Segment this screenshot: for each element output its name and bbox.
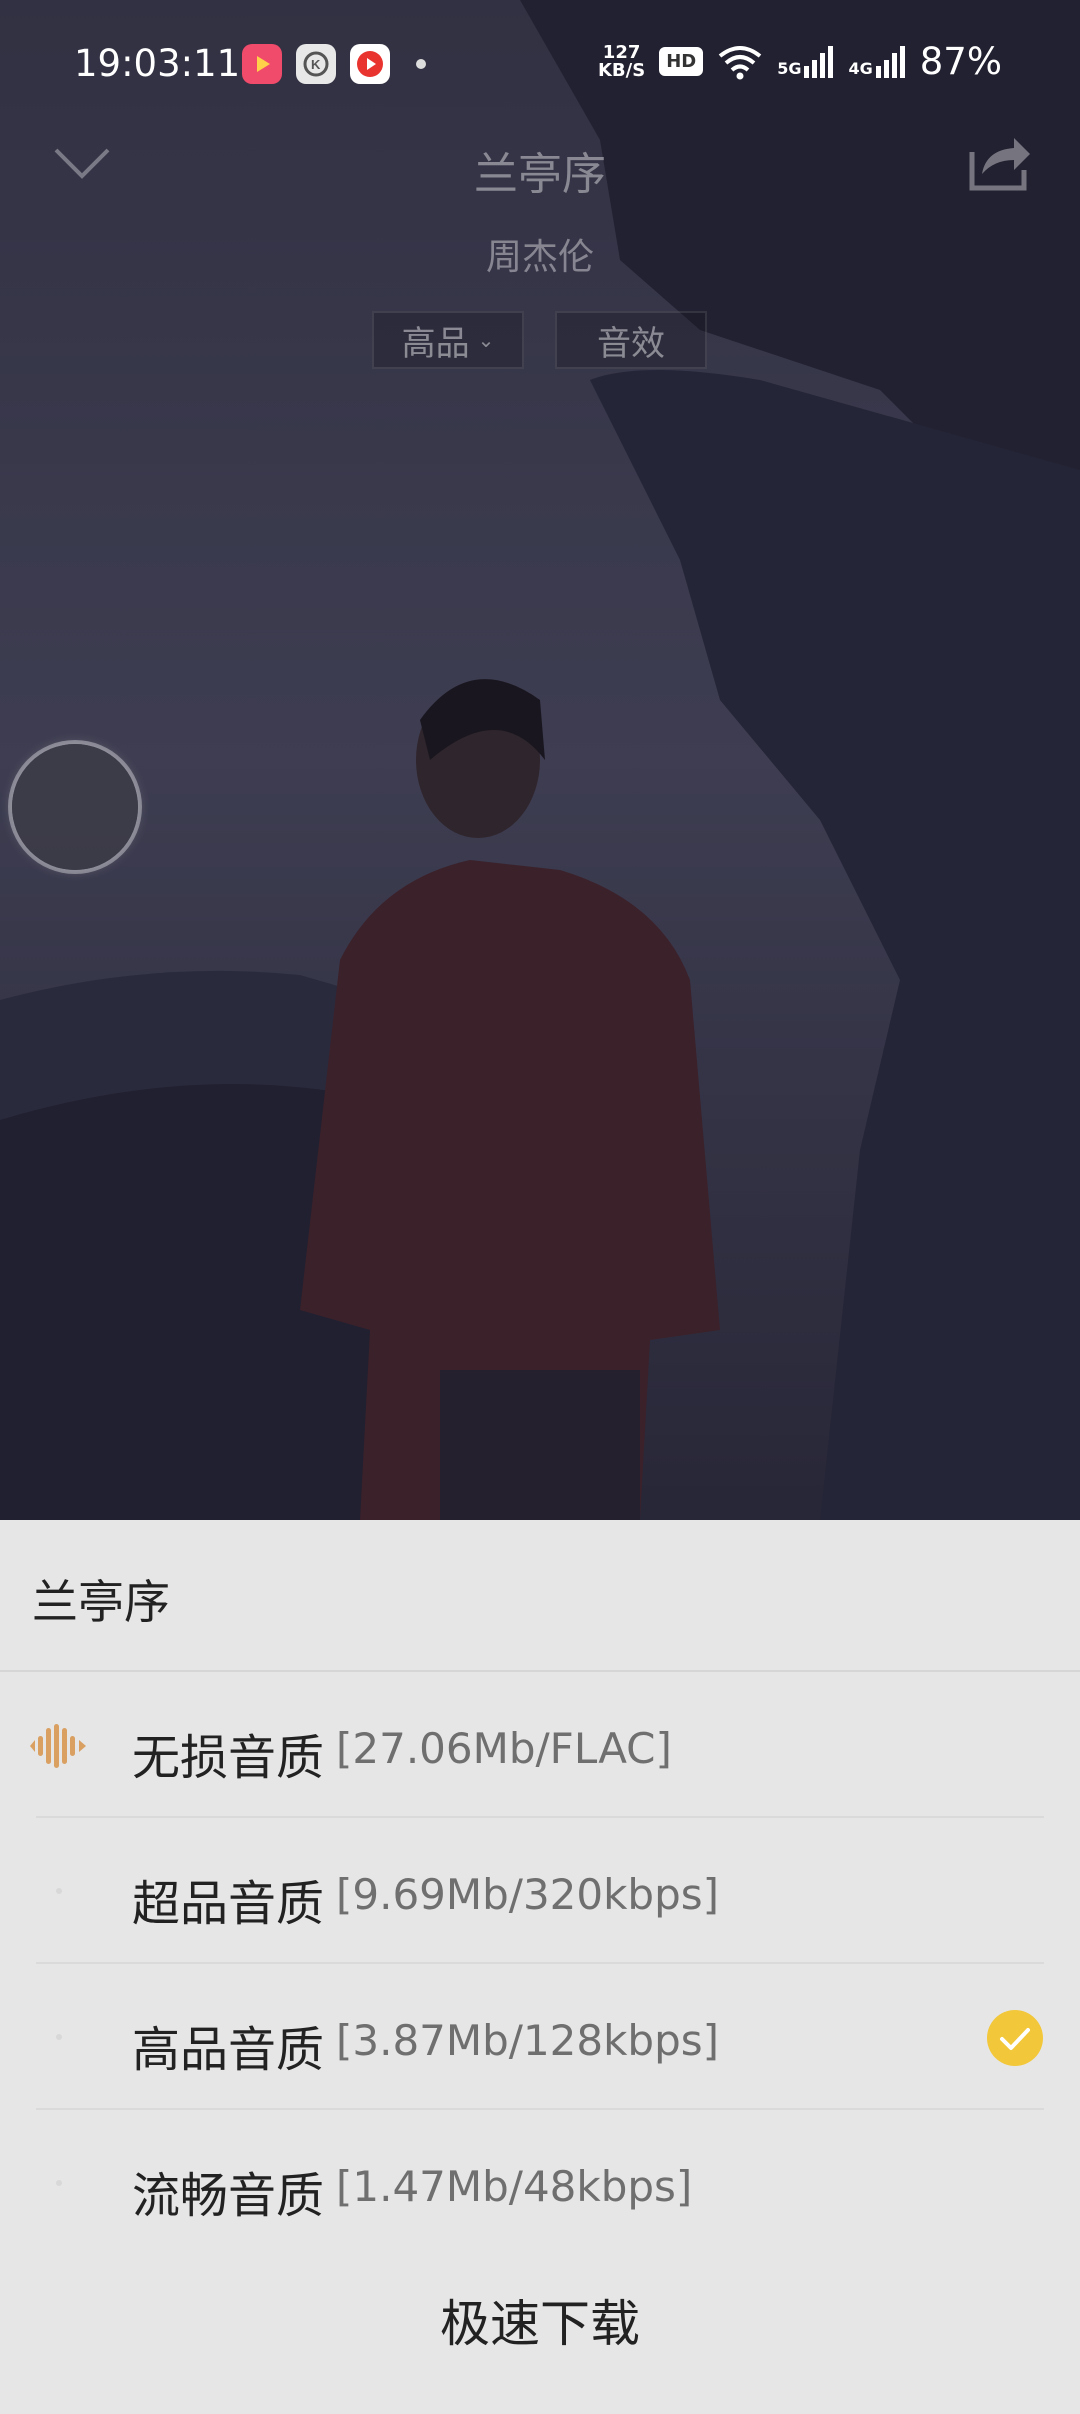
option-label: 无损音质 <box>132 1730 325 1786</box>
signal-4g: 4G <box>848 45 905 78</box>
option-size: [3.87Mb/128kbps] <box>336 2016 720 2065</box>
sound-wave-icon <box>30 1724 86 1768</box>
svg-text:K: K <box>311 57 321 72</box>
bullet-dot <box>56 2180 62 2186</box>
sound-effect-label: 音效 <box>597 323 665 364</box>
bullet-dot <box>56 2034 62 2040</box>
option-size: [1.47Mb/48kbps] <box>336 2162 693 2211</box>
wifi-icon <box>718 45 762 79</box>
k-app-icon: K <box>296 44 336 84</box>
status-time: 19:03:11 <box>74 42 241 85</box>
artist-name[interactable]: 周杰伦 <box>0 228 1080 280</box>
status-right: 127 KB/S HD 5G 4G 87% <box>598 40 1002 83</box>
download-quality-sheet: 兰亭序 无损音质 [27.06Mb/FLAC] 超品音质 [9.69Mb/320… <box>0 1520 1080 2414</box>
net-speed-value: 127 <box>602 41 641 63</box>
fast-download-button[interactable]: 极速下载 <box>0 2284 1080 2356</box>
quality-option-lossless[interactable]: 无损音质 [27.06Mb/FLAC] <box>0 1672 1080 1818</box>
option-size: [27.06Mb/FLAC] <box>336 1724 672 1773</box>
share-icon[interactable] <box>968 132 1032 192</box>
quality-button[interactable]: 高品 ⌄ <box>372 311 524 369</box>
notification-icons: K <box>242 44 426 84</box>
signal-5g-label: 5G <box>777 58 802 78</box>
quality-option-super[interactable]: 超品音质 [9.69Mb/320kbps] <box>0 1818 1080 1964</box>
floating-assistant-ball[interactable] <box>12 744 138 870</box>
quality-option-high[interactable]: 高品音质 [3.87Mb/128kbps] <box>0 1964 1080 2110</box>
red-play-app-icon <box>350 44 390 84</box>
sheet-title: 兰亭序 <box>32 1575 170 1629</box>
option-label: 高品音质 <box>132 2022 325 2078</box>
hd-badge: HD <box>659 47 704 76</box>
quality-option-smooth[interactable]: 流畅音质 [1.47Mb/48kbps] <box>0 2110 1080 2256</box>
selected-check-icon <box>987 2010 1043 2066</box>
option-label: 超品音质 <box>132 1876 325 1932</box>
quality-button-label: 高品 <box>401 323 470 364</box>
chevron-down-icon: ⌄ <box>477 328 495 352</box>
sound-effect-button[interactable]: 音效 <box>555 311 707 369</box>
signal-5g: 5G <box>777 45 834 78</box>
video-app-icon <box>242 44 282 84</box>
bullet-dot <box>56 1888 62 1894</box>
song-title: 兰亭序 <box>474 149 606 200</box>
net-speed: 127 KB/S <box>597 41 646 81</box>
signal-bars-icon <box>804 45 834 78</box>
signal-bars-icon <box>875 45 905 78</box>
signal-4g-label: 4G <box>848 58 873 78</box>
option-label: 流畅音质 <box>132 2168 325 2224</box>
player-background: 19:03:11 K 127 KB/S HD 5G 4G 87% 兰亭序 周杰伦… <box>0 0 1080 1520</box>
net-speed-unit: KB/S <box>597 59 646 81</box>
option-size: [9.69Mb/320kbps] <box>336 1870 720 1919</box>
more-notifications-dot <box>416 59 426 69</box>
status-bar: 19:03:11 K 127 KB/S HD 5G 4G 87% <box>0 0 1080 130</box>
battery-level: 87% <box>919 40 1002 83</box>
